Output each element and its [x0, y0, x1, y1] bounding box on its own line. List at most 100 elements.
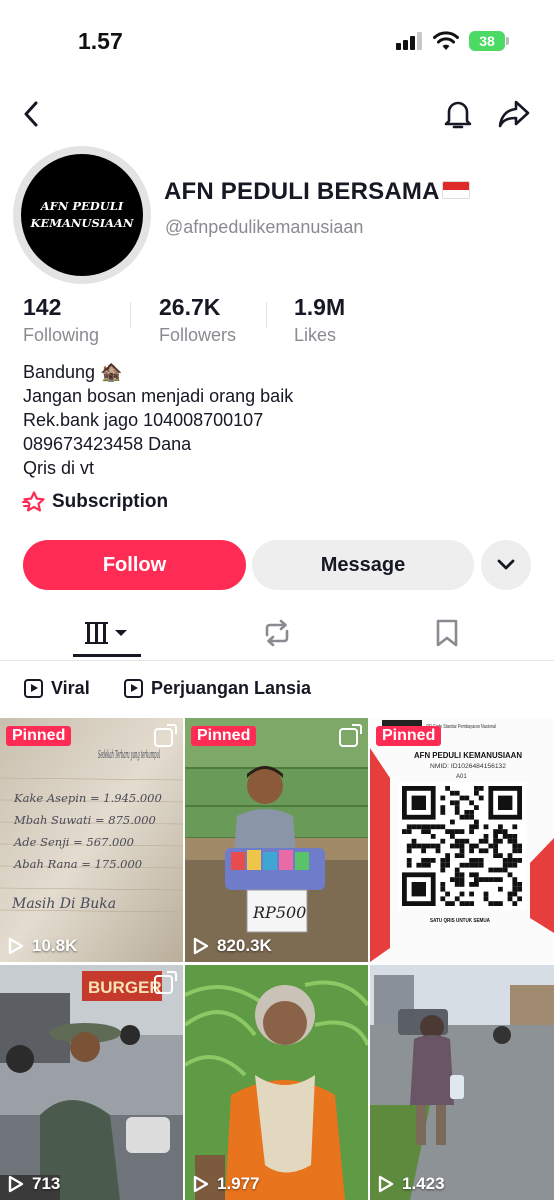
avatar[interactable]: AFN PEDULI KEMANUSIAAN — [13, 146, 151, 284]
video-tile[interactable]: 1.423 — [370, 965, 554, 1200]
video-thumbnail: QR Code Standar Pembayaran Nasional AFN … — [370, 718, 554, 962]
price-sign-text: RP500 — [252, 903, 306, 922]
view-count-value: 713 — [32, 1174, 61, 1193]
play-icon — [378, 1175, 394, 1193]
message-button[interactable]: Message — [252, 540, 474, 590]
view-count-value: 820.3K — [217, 936, 272, 955]
status-bar: 1.57 38 — [0, 0, 554, 84]
stat-likes[interactable]: 1.9M Likes — [294, 294, 345, 346]
bell-icon — [444, 101, 472, 129]
qris-code: A01 — [456, 774, 467, 780]
note-line: Mbah Suwati = 875.000 — [13, 813, 156, 827]
username: @afnpedulikemanusiaan — [165, 217, 364, 237]
note-line: Abah Rana = 175.000 — [13, 857, 142, 871]
grid-bars-icon — [85, 621, 127, 644]
display-name-text: AFN PEDULI BERSAMA — [164, 178, 440, 205]
playlist-perjuangan-lansia[interactable]: Perjuangan Lansia — [124, 678, 311, 699]
stat-followers[interactable]: 26.7K Followers — [159, 294, 236, 346]
video-tile[interactable]: QR Code Standar Pembayaran Nasional AFN … — [370, 718, 554, 962]
photo-carousel-icon — [154, 724, 177, 747]
qris-merchant-name: AFN PEDULI KEMANUSIAAN — [414, 751, 522, 760]
bio-line: Rek.bank jago 104008700107 — [23, 410, 264, 430]
pinned-badge: Pinned — [6, 726, 72, 746]
tab-saved[interactable] — [413, 604, 481, 661]
repost-icon — [265, 619, 289, 646]
stat-likes-label: Likes — [294, 325, 337, 345]
suggested-accounts-button[interactable] — [481, 540, 531, 590]
note-title: Sedekah Terbaru yang terkumpul — [98, 748, 160, 761]
tab-videos[interactable] — [73, 604, 141, 661]
status-time: 1.57 — [78, 28, 123, 54]
play-square-icon — [24, 679, 43, 698]
active-tab-indicator — [73, 654, 141, 657]
bio: Bandung 🏚️ Jangan bosan menjadi orang ba… — [23, 360, 293, 480]
battery-indicator: 38 — [469, 31, 505, 51]
play-icon — [8, 937, 24, 955]
video-thumbnail: Sedekah Terbaru yang terkumpul Kake Asep… — [0, 718, 183, 962]
video-tile[interactable]: Sedekah Terbaru yang terkumpul Kake Asep… — [0, 718, 183, 962]
bio-line: Bandung 🏚️ — [23, 362, 123, 382]
shop-sign-text: BURGER — [88, 978, 162, 997]
view-count: 820.3K — [193, 936, 272, 956]
video-thumbnail — [185, 965, 368, 1200]
pinned-badge: Pinned — [191, 726, 257, 746]
play-icon — [193, 1175, 209, 1193]
bio-line: 089673423458 Dana — [23, 434, 192, 454]
cellular-signal-icon — [396, 32, 422, 50]
subscription-label: Subscription — [52, 491, 169, 512]
qris-nmid: NMID: ID1026484156132 — [430, 764, 507, 770]
playlist-label: Viral — [51, 678, 90, 698]
photo-carousel-icon — [339, 724, 362, 747]
stat-followers-value: 26.7K — [159, 294, 221, 320]
photo-carousel-icon — [154, 971, 177, 994]
video-thumbnail: RP500 — [185, 718, 368, 962]
avatar-text-line1: AFN PEDULI — [40, 199, 124, 213]
avatar-text-line2: KEMANUSIAAN — [30, 216, 134, 230]
display-name: AFN PEDULI BERSAMA — [164, 178, 470, 206]
play-square-icon — [124, 679, 143, 698]
view-count-value: 10.8K — [32, 936, 78, 955]
play-icon — [8, 1175, 24, 1193]
stat-divider — [266, 302, 267, 328]
video-tile[interactable]: BURGER 713 — [0, 965, 183, 1200]
bookmark-icon — [436, 619, 458, 646]
bio-line: Jangan bosan menjadi orang baik — [23, 386, 294, 406]
note-line: Kake Asepin = 1.945.000 — [13, 791, 162, 805]
follow-button[interactable]: Follow — [23, 540, 246, 590]
playlist-label: Perjuangan Lansia — [151, 678, 312, 698]
stat-likes-value: 1.9M — [294, 294, 346, 320]
indonesia-flag-icon — [441, 180, 470, 199]
notification-bell-button[interactable] — [438, 94, 478, 134]
video-tile[interactable]: 1.977 — [185, 965, 368, 1200]
bio-line: Qris di vt — [23, 458, 95, 478]
avatar-logo: AFN PEDULI KEMANUSIAAN — [21, 154, 143, 276]
stat-followers-label: Followers — [159, 325, 237, 345]
view-count: 713 — [8, 1174, 60, 1194]
battery-tip — [506, 37, 509, 45]
subscription-link[interactable]: Subscription — [22, 490, 168, 514]
play-icon — [193, 937, 209, 955]
video-thumbnail: BURGER — [0, 965, 183, 1200]
share-arrow-icon — [498, 100, 530, 128]
stat-divider — [130, 302, 131, 328]
subscription-star-icon — [22, 491, 45, 512]
qris-footer: SATU QRIS UNTUK SEMUA — [430, 918, 490, 924]
playlist-viral[interactable]: Viral — [24, 678, 90, 699]
stat-following-value: 142 — [23, 294, 62, 320]
profile-tabs — [0, 604, 554, 661]
stat-following[interactable]: 142 Following — [23, 294, 99, 346]
note-line: Masih Di Buka — [11, 896, 116, 912]
video-tile[interactable]: RP500 Pinned 820.3K — [185, 718, 368, 962]
tab-reposts[interactable] — [243, 604, 311, 661]
view-count: 10.8K — [8, 936, 77, 956]
view-count: 1.977 — [193, 1174, 260, 1194]
share-button[interactable] — [494, 94, 534, 134]
note-line: Ade Senji = 567.000 — [13, 835, 134, 849]
pinned-badge: Pinned — [376, 726, 442, 746]
chevron-down-icon — [497, 559, 515, 570]
wifi-icon — [433, 31, 459, 50]
back-button[interactable] — [12, 94, 52, 134]
view-count-value: 1.423 — [402, 1174, 445, 1193]
video-thumbnail — [370, 965, 554, 1200]
view-count-value: 1.977 — [217, 1174, 260, 1193]
